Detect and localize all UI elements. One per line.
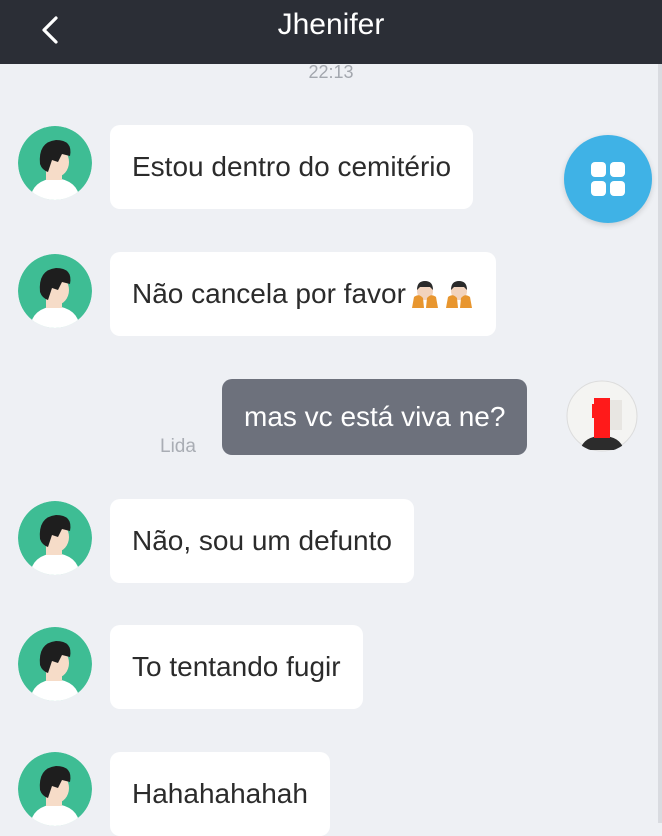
message-bubble[interactable]: Não, sou um defunto xyxy=(110,499,414,583)
chat-header: Jhenifer xyxy=(0,0,662,64)
chat-title: Jhenifer xyxy=(277,8,385,41)
floating-menu-button[interactable] xyxy=(564,135,652,223)
message-bubble[interactable]: To tentando fugir xyxy=(110,625,363,709)
message-bubble-outgoing[interactable]: mas vc está viva ne? xyxy=(222,379,528,455)
user-avatar[interactable] xyxy=(566,380,638,452)
contact-avatar[interactable] xyxy=(18,501,92,575)
message-text: Hahahahahah xyxy=(132,778,308,809)
scrollbar-track xyxy=(658,64,662,823)
message-bubble[interactable]: Não cancela por favor xyxy=(110,252,496,336)
contact-avatar[interactable] xyxy=(18,627,92,701)
pleading-hands-emoji xyxy=(411,281,438,308)
contact-avatar[interactable] xyxy=(18,126,92,200)
message-text: Não cancela por favor xyxy=(132,278,406,309)
message-timestamp: 22:13 xyxy=(308,62,354,82)
message-bubble[interactable]: Hahahahahah xyxy=(110,752,330,836)
pleading-hands-emoji xyxy=(445,281,472,308)
message-text: Estou dentro do cemitério xyxy=(132,151,452,182)
contact-avatar[interactable] xyxy=(18,254,92,328)
message-text: Não, sou um defunto xyxy=(132,525,392,556)
contact-avatar[interactable] xyxy=(18,752,92,826)
message-text: To tentando fugir xyxy=(132,651,341,682)
message-text: mas vc está viva ne? xyxy=(244,401,506,432)
grid-menu-icon xyxy=(591,162,625,196)
read-receipt: Lida xyxy=(160,436,196,457)
message-bubble[interactable]: Estou dentro do cemitério xyxy=(110,125,474,209)
